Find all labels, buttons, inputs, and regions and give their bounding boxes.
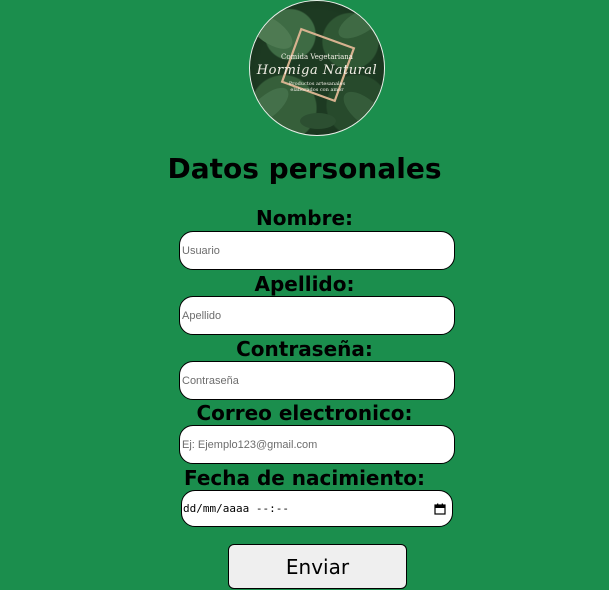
apellido-label: Apellido: — [254, 272, 355, 296]
contrasena-label: Contraseña: — [236, 337, 373, 361]
brand-logo: Comida Vegetariana Hormiga Natural Produ… — [249, 0, 385, 136]
correo-label: Correo electronico: — [196, 401, 413, 425]
apellido-input[interactable] — [179, 296, 455, 335]
birthdate-input[interactable]: dd/mm/aaaa --:-- — [181, 490, 453, 527]
password-input[interactable] — [179, 361, 455, 400]
calendar-icon[interactable] — [434, 503, 446, 515]
nombre-input[interactable] — [179, 231, 455, 270]
registration-page: Comida Vegetariana Hormiga Natural Produ… — [0, 0, 609, 590]
logo-tagline: Comida Vegetariana — [281, 53, 353, 61]
page-title: Datos personales — [167, 152, 442, 185]
birthdate-value: dd/mm/aaaa --:-- — [183, 502, 289, 515]
email-input[interactable] — [179, 425, 455, 464]
nombre-label: Nombre: — [255, 206, 354, 230]
logo-subtitle: Productos artesanales elaborados con amo… — [288, 81, 346, 93]
submit-button[interactable]: Enviar — [228, 544, 407, 589]
logo-name: Hormiga Natural — [256, 63, 378, 78]
fecha-label: Fecha de nacimiento: — [183, 466, 426, 490]
